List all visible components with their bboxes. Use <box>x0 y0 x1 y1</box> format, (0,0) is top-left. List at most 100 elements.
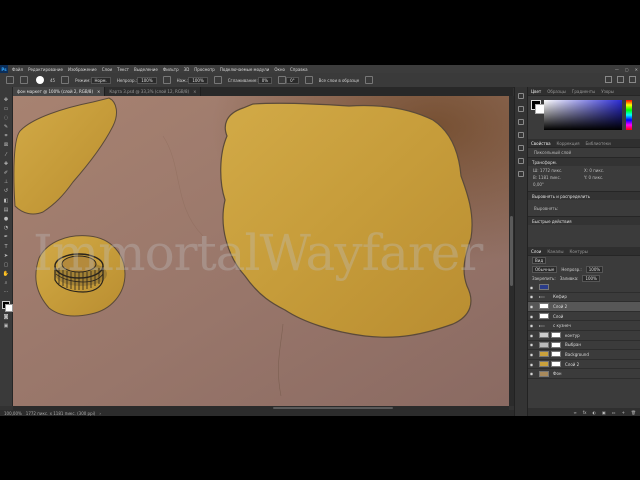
visibility-eye-icon[interactable]: ◉ <box>528 333 535 338</box>
marquee-tool-icon[interactable]: ▭ <box>3 106 10 113</box>
gradient-tool-icon[interactable]: ▤ <box>3 207 10 214</box>
link-layers-icon[interactable]: ∞ <box>573 410 576 415</box>
color-panel-swatches[interactable] <box>531 100 545 114</box>
close-tab-icon[interactable]: × <box>193 89 196 94</box>
visibility-eye-icon[interactable]: ◉ <box>528 371 535 376</box>
tab-color[interactable]: Цвет <box>528 89 544 94</box>
zoom-level[interactable]: 100,00% <box>4 411 22 416</box>
transform-section-header[interactable]: Трансформ. <box>528 157 640 166</box>
tab-patterns[interactable]: Узоры <box>598 89 617 94</box>
lasso-tool-icon[interactable]: ◌ <box>3 115 10 122</box>
visibility-eye-icon[interactable]: ◉ <box>528 323 535 328</box>
menu-3d[interactable]: 3D <box>184 67 190 72</box>
mode-select[interactable]: Норм. <box>90 76 111 84</box>
actions-panel-icon[interactable] <box>518 119 524 125</box>
tab-layers[interactable]: Слои <box>528 249 544 254</box>
menu-help[interactable]: Справка <box>290 67 308 72</box>
brushes-panel-icon[interactable] <box>518 106 524 112</box>
visibility-eye-icon[interactable]: ◉ <box>528 342 535 347</box>
menu-layers[interactable]: Слои <box>102 67 112 72</box>
fx-icon[interactable]: fx <box>583 410 587 415</box>
quick-mask-icon[interactable]: ◙ <box>3 314 10 321</box>
pressure-size-icon[interactable] <box>304 76 313 84</box>
tab-libraries[interactable]: Библиотеки <box>583 141 614 146</box>
layer-kind-filter[interactable]: Вид <box>532 257 547 264</box>
mask-icon[interactable]: ▣ <box>602 410 606 415</box>
x-field[interactable]: X: 0 пикс. <box>584 168 635 173</box>
layer-opacity-input[interactable]: 100% <box>585 266 604 273</box>
menu-plugins[interactable]: Подключаемые модули <box>220 67 270 72</box>
group-icon[interactable]: ▭ <box>612 410 616 415</box>
tab-paths[interactable]: Контуры <box>566 249 590 254</box>
screen-mode-icon[interactable]: ▣ <box>3 323 10 330</box>
align-section-header[interactable]: Выровнять и распределить <box>528 191 640 200</box>
tab-document-2[interactable]: Карта 3.psd @ 33,3% (слой 12, RGB/8) × <box>105 87 202 96</box>
home-icon[interactable] <box>6 76 14 84</box>
y-field[interactable]: Y: 0 пикс. <box>584 175 635 180</box>
menu-view[interactable]: Просмотр <box>194 67 215 72</box>
visibility-eye-icon[interactable]: ◉ <box>528 294 535 299</box>
menu-select[interactable]: Выделение <box>134 67 158 72</box>
opacity-input[interactable]: 100% <box>137 76 157 84</box>
tab-document-1[interactable]: фон маркет @ 100% (слой 2, RGB/8) × <box>13 87 106 96</box>
maximize-icon[interactable]: ▢ <box>625 67 629 72</box>
angle-input[interactable]: 0° <box>286 76 299 84</box>
visibility-eye-icon[interactable]: ◉ <box>528 352 535 357</box>
layer-row[interactable]: ◉ ▸▭ Кефир <box>528 293 640 303</box>
eraser-tool-icon[interactable]: ◧ <box>3 198 10 205</box>
visibility-eye-icon[interactable]: ◉ <box>528 314 535 319</box>
vertical-scroll-thumb[interactable] <box>510 216 513 286</box>
blur-tool-icon[interactable]: ● <box>3 216 10 223</box>
hue-slider[interactable] <box>626 100 632 130</box>
layer-row[interactable]: ◉ Слой 2 <box>528 360 640 370</box>
brush-settings-icon[interactable] <box>61 76 70 84</box>
tab-swatches[interactable]: Образцы <box>544 89 569 94</box>
new-layer-icon[interactable]: + <box>622 410 625 415</box>
status-arrow-icon[interactable]: › <box>99 411 101 416</box>
layer-row[interactable]: ◉ Выбран <box>528 341 640 351</box>
tab-adjustments[interactable]: Коррекция <box>554 141 583 146</box>
document-canvas[interactable]: ImmortalWayfarer <box>13 96 509 406</box>
brush-preview-icon[interactable] <box>36 76 44 84</box>
paragraph-panel-icon[interactable] <box>518 145 524 151</box>
shape-tool-icon[interactable]: ▢ <box>3 262 10 269</box>
character-panel-icon[interactable] <box>518 132 524 138</box>
zoom-tool-icon[interactable]: ⌕ <box>3 280 10 287</box>
crop-tool-icon[interactable]: ⌗ <box>3 133 10 140</box>
layer-row[interactable]: ◉ контур <box>528 331 640 341</box>
trash-icon[interactable]: 🗑 <box>631 410 636 415</box>
hand-tool-icon[interactable]: ✋ <box>3 271 10 278</box>
history-panel-icon[interactable] <box>518 93 524 99</box>
close-icon[interactable]: ✕ <box>635 67 638 72</box>
path-select-tool-icon[interactable]: ➤ <box>3 253 10 260</box>
brush-tool-icon[interactable] <box>20 76 28 84</box>
tab-gradients[interactable]: Градиенты <box>569 89 598 94</box>
move-tool-icon[interactable]: ✥ <box>3 97 10 104</box>
pen-tool-icon[interactable]: ✒ <box>3 234 10 241</box>
menu-edit[interactable]: Редактирование <box>28 67 63 72</box>
visibility-eye-icon[interactable]: ◉ <box>528 285 535 290</box>
airbrush-icon[interactable] <box>213 76 222 84</box>
menu-filter[interactable]: Фильтр <box>163 67 179 72</box>
tab-properties[interactable]: Свойства <box>528 141 554 146</box>
blend-mode-select[interactable]: Обычные <box>532 266 558 273</box>
symmetry-icon[interactable] <box>365 76 374 84</box>
history-brush-tool-icon[interactable]: ↺ <box>3 188 10 195</box>
minimize-icon[interactable]: — <box>615 67 619 72</box>
menu-image[interactable]: Изображение <box>68 67 97 72</box>
angle-field[interactable]: 0,00° <box>533 182 584 187</box>
width-field[interactable]: Ш: 1772 пикс. <box>533 168 584 173</box>
navigator-panel-icon[interactable] <box>518 171 524 177</box>
info-panel-icon[interactable] <box>518 158 524 164</box>
app-logo[interactable]: Ps <box>0 65 8 73</box>
height-field[interactable]: В: 1181 пикс. <box>533 175 584 180</box>
gear-icon[interactable] <box>278 76 287 84</box>
smoothing-input[interactable]: 0% <box>257 76 273 84</box>
workspace-icon[interactable] <box>617 76 624 83</box>
color-swatches[interactable] <box>1 301 13 313</box>
color-picker-field[interactable] <box>544 100 622 130</box>
dodge-tool-icon[interactable]: ◔ <box>3 225 10 232</box>
search-icon[interactable] <box>605 76 612 83</box>
brush-size[interactable]: 45 <box>50 78 55 83</box>
visibility-eye-icon[interactable]: ◉ <box>528 304 535 309</box>
